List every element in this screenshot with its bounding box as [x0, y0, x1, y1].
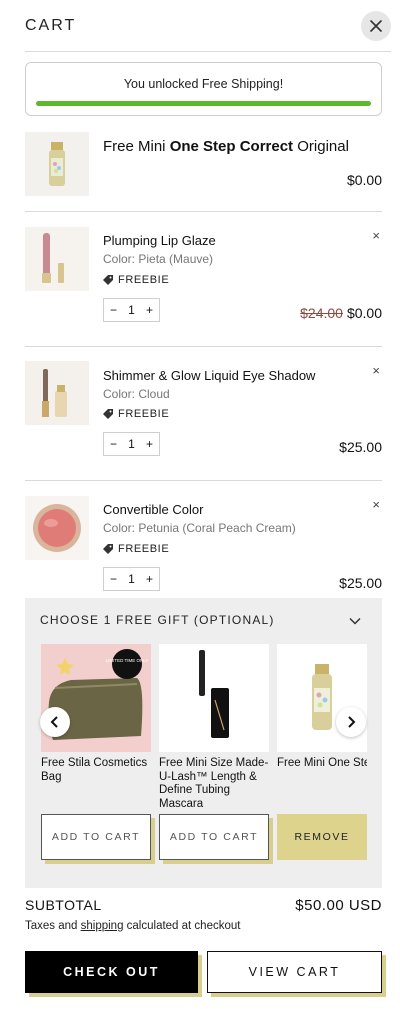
product-image: [25, 496, 89, 560]
quantity-value: 1: [128, 437, 135, 451]
carousel-next-button[interactable]: [336, 707, 366, 737]
increase-quantity-button[interactable]: +: [146, 303, 153, 317]
quantity-stepper[interactable]: − 1 +: [103, 298, 160, 322]
quantity-value: 1: [128, 303, 135, 317]
product-image: [25, 227, 89, 291]
cart-item: Convertible Color Color: Petunia (Coral …: [25, 481, 382, 598]
cart-item-variant: Color: Cloud: [103, 387, 170, 401]
tag-icon: [103, 275, 113, 285]
free-shipping-message: You unlocked Free Shipping!: [123, 77, 284, 91]
add-gift-to-cart-button[interactable]: ADD TO CART: [159, 814, 269, 860]
quantity-stepper[interactable]: − 1 +: [103, 567, 160, 591]
decrease-quantity-button[interactable]: −: [110, 437, 117, 451]
shipping-progress-track: [36, 101, 371, 106]
cart-item-name: Convertible Color: [103, 502, 204, 517]
cart-item: Shimmer & Glow Liquid Eye Shadow Color: …: [25, 347, 382, 481]
checkout-button[interactable]: CHECK OUT: [25, 951, 198, 993]
cart-item-price: $0.00: [346, 305, 382, 321]
carousel-prev-button[interactable]: [40, 707, 70, 737]
gift-name: Free Mini Size Made-U-Lash™ Length & Def…: [159, 757, 269, 810]
remove-item-button[interactable]: ×: [372, 363, 380, 378]
subtotal-value: $50.00 USD: [295, 897, 382, 914]
tax-note: Taxes and shipping calculated at checkou…: [25, 920, 241, 932]
free-gift-section: CHOOSE 1 FREE GIFT (OPTIONAL) LIMITED TI…: [25, 598, 382, 888]
decrease-quantity-button[interactable]: −: [110, 572, 117, 586]
free-shipping-banner: You unlocked Free Shipping!: [25, 62, 382, 116]
cart-item-price: $25.00: [339, 575, 382, 591]
remove-item-button[interactable]: ×: [372, 228, 380, 243]
freebie-label: FREEBIE: [118, 408, 170, 420]
cart-item: Plumping Lip Glaze Color: Pieta (Mauve) …: [25, 212, 382, 347]
gift-image: [159, 644, 269, 752]
shipping-link[interactable]: shipping: [81, 920, 124, 932]
cart-item-name: Free Mini One Step Correct Original: [103, 138, 349, 155]
cart-header: CART: [25, 0, 391, 52]
cart-item-name: Shimmer & Glow Liquid Eye Shadow: [103, 368, 316, 383]
remove-gift-button[interactable]: REMOVE: [277, 814, 367, 860]
gift-name: Free Stila Cosmetics Bag: [41, 757, 148, 783]
add-gift-to-cart-button[interactable]: ADD TO CART: [41, 814, 151, 860]
increase-quantity-button[interactable]: +: [146, 572, 153, 586]
cart-item-variant: Color: Petunia (Coral Peach Cream): [103, 521, 296, 535]
freebie-label: FREEBIE: [118, 543, 170, 555]
quantity-value: 1: [128, 572, 135, 586]
product-image: [25, 132, 89, 196]
original-price: $24.00: [300, 305, 343, 321]
quantity-stepper[interactable]: − 1 +: [103, 432, 160, 456]
product-image: [25, 361, 89, 425]
subtotal-label: SUBTOTAL: [25, 897, 102, 913]
free-gift-header: CHOOSE 1 FREE GIFT (OPTIONAL): [40, 613, 275, 627]
view-cart-button[interactable]: VIEW CART: [207, 951, 382, 993]
shipping-progress-fill: [36, 101, 371, 106]
collapse-gift-toggle[interactable]: [348, 613, 362, 631]
gift-option: Free Mini Size Made-U-Lash™ Length & Def…: [159, 644, 269, 811]
cart-item-variant: Color: Pieta (Mauve): [103, 252, 214, 266]
gift-name: Free Mini One Step Correct Original: [277, 757, 367, 769]
close-icon: [370, 20, 382, 32]
freebie-label: FREEBIE: [118, 274, 170, 286]
freebie-tag: FREEBIE: [103, 543, 169, 555]
cart-item-price: $0.00: [346, 172, 382, 188]
tag-icon: [103, 409, 113, 419]
freebie-tag: FREEBIE: [103, 408, 169, 420]
cart-item-name: Plumping Lip Glaze: [103, 233, 216, 248]
limited-time-badge: LIMITED TIME ONLY: [106, 658, 149, 663]
cart-title: CART: [25, 17, 77, 34]
decrease-quantity-button[interactable]: −: [110, 303, 117, 317]
remove-item-button[interactable]: ×: [372, 497, 380, 512]
cart-item-price-group: $24.00 $0.00: [300, 305, 382, 321]
increase-quantity-button[interactable]: +: [146, 437, 153, 451]
tag-icon: [103, 544, 113, 554]
close-cart-button[interactable]: [361, 11, 391, 41]
chevron-left-icon: [50, 716, 58, 728]
chevron-right-icon: [348, 716, 356, 728]
freebie-tag: FREEBIE: [103, 274, 169, 286]
chevron-down-icon: [349, 617, 361, 625]
cart-item: Free Mini One Step Correct Original $0.0…: [25, 126, 382, 212]
cart-item-price: $25.00: [339, 439, 382, 455]
